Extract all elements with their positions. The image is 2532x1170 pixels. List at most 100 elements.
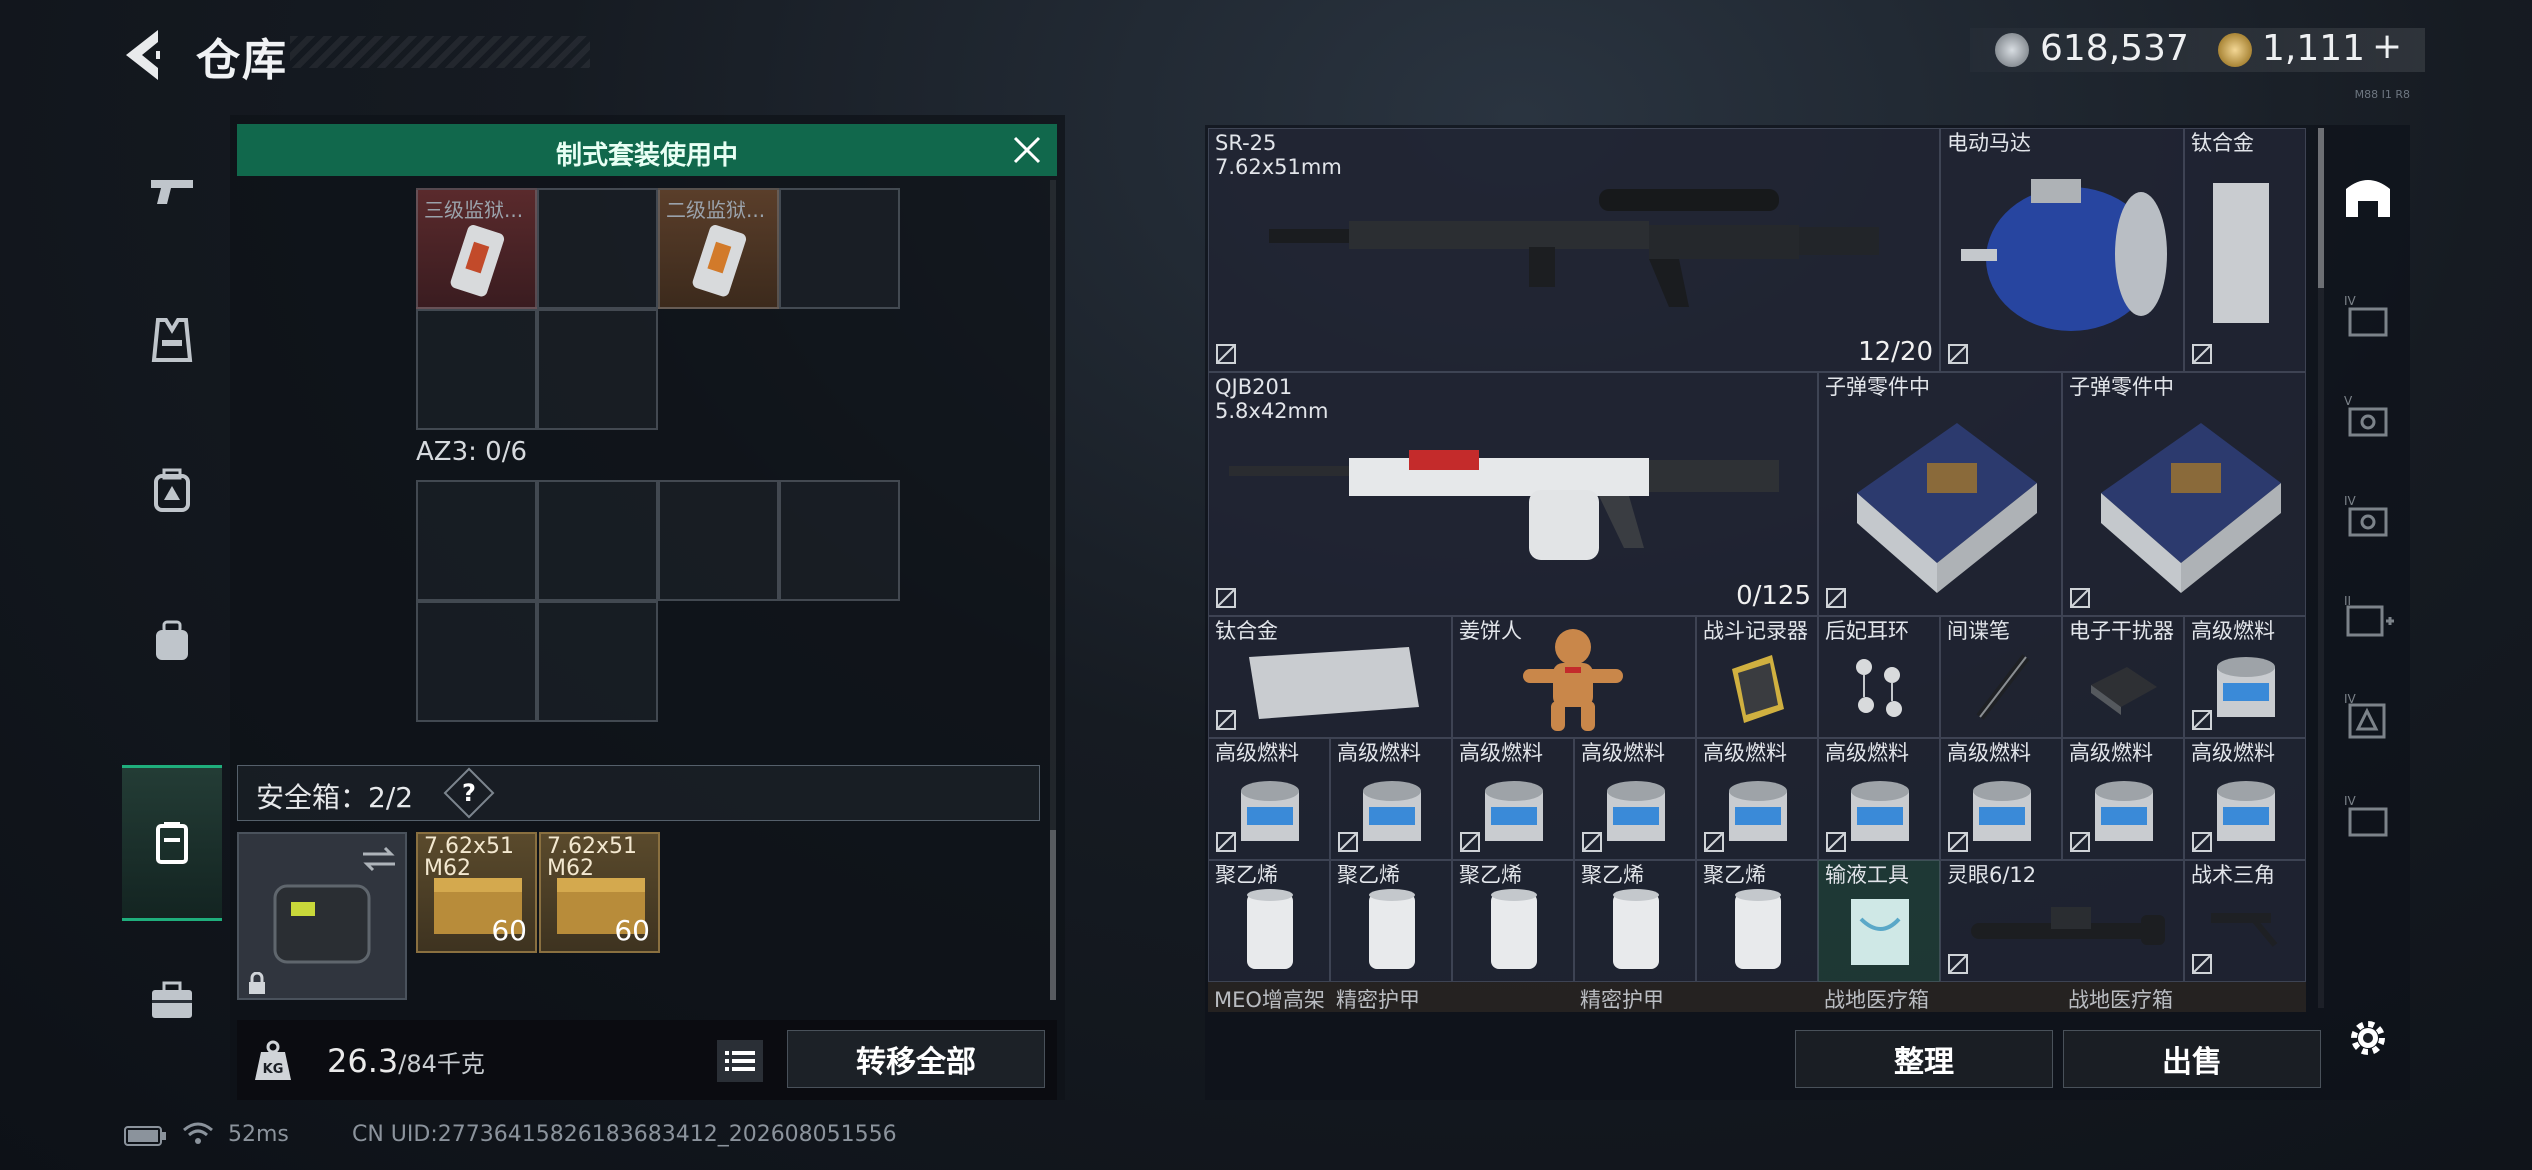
bullet-parts-case-icon bbox=[1857, 423, 2037, 593]
item-titanium[interactable]: 钛合金 bbox=[2184, 128, 2306, 372]
nav-bag[interactable] bbox=[122, 565, 222, 715]
item-qjb201[interactable]: QJB201 5.8x42mm 0/125 bbox=[1208, 372, 1818, 616]
settings-button[interactable] bbox=[2325, 988, 2410, 1088]
currency-silver-value: 618,537 bbox=[2040, 28, 2189, 69]
right-scrollbar-thumb[interactable] bbox=[2318, 128, 2324, 288]
ammo-slot-2[interactable]: 7.62x51 M62 60 bbox=[539, 832, 660, 953]
filter-all[interactable] bbox=[2325, 146, 2410, 246]
item-premium-fuel[interactable]: 高级燃料 bbox=[1818, 738, 1940, 860]
item-earring[interactable]: 后妃耳环 bbox=[1818, 616, 1940, 738]
item-combat-recorder[interactable]: 战斗记录器 bbox=[1696, 616, 1818, 738]
item-polyethylene[interactable]: 聚乙烯 bbox=[1208, 860, 1330, 982]
filter-iv-1[interactable]: IV bbox=[2325, 266, 2410, 366]
item-polyethylene[interactable]: 聚乙烯 bbox=[1330, 860, 1452, 982]
grid-cell[interactable] bbox=[779, 480, 900, 601]
item-premium-fuel[interactable]: 高级燃料 bbox=[1330, 738, 1452, 860]
grid-cell[interactable] bbox=[537, 309, 658, 430]
banner-close-button[interactable] bbox=[1011, 134, 1043, 166]
grid-cell[interactable] bbox=[416, 480, 537, 601]
item-polyethylene[interactable]: 聚乙烯 bbox=[1452, 860, 1574, 982]
pistol-icon bbox=[151, 180, 193, 204]
nav-toolbox[interactable] bbox=[122, 925, 222, 1075]
item-premium-fuel[interactable]: 高级燃料 bbox=[1208, 738, 1330, 860]
item-name: 高级燃料 bbox=[1825, 741, 1909, 765]
grid-cell[interactable] bbox=[779, 188, 900, 309]
filter-medical[interactable]: II bbox=[2325, 566, 2410, 666]
item-premium-fuel[interactable]: 高级燃料 bbox=[1940, 738, 2062, 860]
item-premium-fuel[interactable]: 高级燃料 bbox=[2184, 738, 2306, 860]
filter-v[interactable]: V bbox=[2325, 366, 2410, 466]
item-premium-fuel[interactable]: 高级燃料 bbox=[2062, 738, 2184, 860]
item-premium-fuel[interactable]: 高级燃料 bbox=[1574, 738, 1696, 860]
titanium-plate-icon bbox=[1249, 647, 1419, 719]
item-bullet-parts[interactable]: 子弹零件中 bbox=[2062, 372, 2306, 616]
insured-icon bbox=[1703, 831, 1725, 853]
item-name: 战地医疗箱 bbox=[1824, 988, 1929, 1012]
insured-icon bbox=[1825, 587, 1847, 609]
item-scope[interactable]: 灵眼6/12 bbox=[1940, 860, 2184, 982]
ammo-slot-1[interactable]: 7.62x51 M62 60 bbox=[416, 832, 537, 953]
close-icon bbox=[1013, 136, 1041, 164]
filter-iv-2[interactable]: IV bbox=[2325, 466, 2410, 566]
insured-icon bbox=[1947, 953, 1969, 975]
item-tactical-tripod[interactable]: 战术三角 bbox=[2184, 860, 2306, 982]
item-name: 战斗记录器 bbox=[1703, 619, 1808, 643]
item-gingerbread[interactable]: 姜饼人 bbox=[1452, 616, 1696, 738]
filter-iv-3[interactable]: IV bbox=[2325, 666, 2410, 766]
help-icon: ? bbox=[462, 779, 476, 807]
grid-cell[interactable] bbox=[658, 480, 779, 601]
filter-box-icon: IV bbox=[2344, 692, 2385, 739]
insured-icon bbox=[1215, 587, 1237, 609]
item-name: 高级燃料 bbox=[1459, 741, 1543, 765]
back-arrow-icon bbox=[126, 30, 160, 80]
ammo-count: 60 bbox=[614, 914, 650, 947]
item-name: 战地医疗箱 bbox=[2068, 988, 2173, 1012]
item-iv-kit[interactable]: 输液工具 bbox=[1818, 860, 1940, 982]
item-titanium[interactable]: 钛合金 bbox=[1208, 616, 1452, 738]
nav-safebox[interactable] bbox=[122, 765, 222, 921]
fuel-can-icon bbox=[1241, 781, 1299, 841]
nav-weapons[interactable] bbox=[122, 115, 222, 265]
grid-cell[interactable] bbox=[537, 601, 658, 722]
grid-cell[interactable] bbox=[537, 480, 658, 601]
ammo-name: 7.62x51 M62 bbox=[424, 834, 514, 881]
item-name: 战术三角 bbox=[2191, 863, 2275, 887]
item-premium-fuel[interactable]: 高级燃料 bbox=[1696, 738, 1818, 860]
item-motor[interactable]: 电动马达 bbox=[1940, 128, 2184, 372]
insured-icon bbox=[1825, 831, 1847, 853]
grid-cell[interactable] bbox=[416, 309, 537, 430]
bullet-parts-case-icon bbox=[2101, 423, 2281, 593]
item-spy-pen[interactable]: 间谍笔 bbox=[1940, 616, 2062, 738]
transfer-all-button[interactable]: 转移全部 bbox=[787, 1030, 1045, 1088]
insured-icon bbox=[1581, 831, 1603, 853]
safebox-container-slot[interactable] bbox=[237, 832, 407, 1000]
item-polyethylene[interactable]: 聚乙烯 bbox=[1696, 860, 1818, 982]
svg-text:IV: IV bbox=[2344, 692, 2357, 706]
add-currency-button[interactable]: + bbox=[2372, 26, 2402, 67]
item-bullet-parts[interactable]: 子弹零件中 bbox=[1818, 372, 2062, 616]
item-premium-fuel[interactable]: 高级燃料 bbox=[1452, 738, 1574, 860]
filter-iv-4[interactable]: IV bbox=[2325, 766, 2410, 866]
list-view-button[interactable] bbox=[717, 1040, 763, 1082]
weight-kg-icon: KG bbox=[251, 1038, 295, 1082]
title-decoration bbox=[290, 36, 590, 68]
armor-slot-1[interactable]: 三级监狱... bbox=[416, 188, 537, 309]
grid-cell[interactable] bbox=[537, 188, 658, 309]
item-jammer[interactable]: 电子干扰器 bbox=[2062, 616, 2184, 738]
safebox-label: 安全箱：2/2 bbox=[256, 781, 414, 814]
back-button[interactable] bbox=[118, 22, 178, 88]
nav-backpack[interactable] bbox=[122, 415, 222, 565]
vest-icon bbox=[151, 318, 193, 362]
left-scrollbar-thumb[interactable] bbox=[1050, 830, 1056, 1000]
item-premium-fuel[interactable]: 高级燃料 bbox=[2184, 616, 2306, 738]
tidy-button[interactable]: 整理 bbox=[1795, 1030, 2053, 1088]
safebox-help-button[interactable]: ? bbox=[443, 767, 495, 819]
machine-gun-icon bbox=[1229, 450, 1779, 560]
item-name: 后妃耳环 bbox=[1825, 619, 1909, 643]
armor-slot-2[interactable]: 二级监狱... bbox=[658, 188, 779, 309]
sell-button[interactable]: 出售 bbox=[2063, 1030, 2321, 1088]
item-polyethylene[interactable]: 聚乙烯 bbox=[1574, 860, 1696, 982]
grid-cell[interactable] bbox=[416, 601, 537, 722]
nav-vest[interactable] bbox=[122, 265, 222, 415]
item-sr25[interactable]: SR-25 7.62x51mm 12/20 bbox=[1208, 128, 1940, 372]
